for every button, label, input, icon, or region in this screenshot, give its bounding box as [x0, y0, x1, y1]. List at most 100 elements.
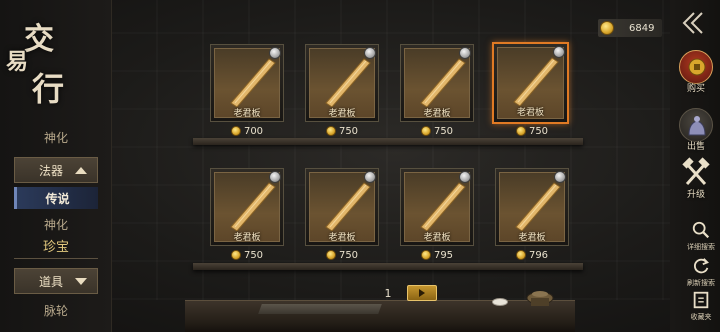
buy-button[interactable]: 购买: [676, 50, 716, 94]
refresh-search-button[interactable]: 刷新搜索: [684, 256, 718, 288]
money-bag-icon: [688, 116, 706, 136]
subcategory-shenhua[interactable]: 神化: [6, 216, 106, 233]
category-faqi-label: 法器: [39, 163, 64, 178]
item-card-bg: 老君板: [499, 172, 565, 243]
item-card-bg: 老君板: [497, 47, 564, 119]
currency-amount: 6849: [629, 22, 655, 34]
item-price: 750: [495, 124, 569, 138]
collapse-arrow-icon: [75, 166, 87, 174]
subcategory-chuanshuo[interactable]: 传说: [14, 187, 98, 209]
item-price: 795: [400, 248, 474, 262]
ruler-board-icon: [230, 182, 276, 231]
ruler-board-icon: [325, 58, 371, 107]
sell-icon-frame: [679, 108, 713, 142]
item-card[interactable]: 老君板: [210, 44, 284, 122]
bound-orb-icon: [364, 171, 376, 183]
shelf-row-2: [193, 263, 583, 270]
bookmark-icon: [693, 291, 709, 309]
item-card-bg: 老君板: [404, 172, 470, 243]
item-card-bg: 老君板: [214, 48, 280, 119]
gold-coin-icon: [230, 250, 241, 260]
gold-coin-icon: [420, 250, 431, 260]
ruler-board-icon: [230, 58, 276, 107]
gold-coin-icon: [420, 126, 431, 136]
item-price-value: 750: [528, 125, 549, 137]
expand-arrow-icon: [75, 277, 87, 285]
item-name: 老君板: [328, 233, 356, 243]
incense-burner-icon: [526, 291, 554, 306]
bound-orb-icon: [269, 47, 281, 59]
item-card[interactable]: 老君板: [495, 168, 569, 246]
crossed-hammers-icon: [682, 157, 710, 186]
ruler-board-icon: [325, 182, 371, 231]
category-daoju-button[interactable]: 道具: [14, 268, 98, 294]
nav-item-shenhua-top[interactable]: 神化: [6, 129, 106, 146]
category-sidebar: 交 易 行 神化 法器 传说 神化 珍宝 道具 脉轮: [0, 0, 112, 332]
bound-orb-icon: [364, 47, 376, 59]
ruler-board-icon: [420, 58, 466, 107]
subcategory-chuanshuo-label: 传说: [45, 191, 70, 206]
item-name: 老君板: [516, 108, 544, 118]
detail-search-button[interactable]: 详细搜索: [684, 220, 718, 252]
ruler-board-icon: [515, 182, 561, 231]
item-card[interactable]: 老君板: [400, 168, 474, 246]
item-card[interactable]: 老君板: [305, 168, 379, 246]
gold-coin-icon: [600, 21, 614, 35]
item-card-bg: 老君板: [214, 172, 280, 243]
item-price-value: 795: [433, 249, 454, 261]
buy-label: 购买: [686, 84, 705, 94]
coin-pouch-icon: [688, 58, 706, 76]
item-name: 老君板: [328, 109, 356, 119]
item-price: 796: [495, 248, 569, 262]
item-card[interactable]: 老君板: [210, 168, 284, 246]
title-char-yi: 易: [6, 49, 29, 75]
upgrade-button[interactable]: 升级: [676, 156, 716, 200]
item-price-value: 796: [528, 249, 549, 261]
category-daoju-label: 道具: [39, 274, 64, 289]
refresh-search-label: 刷新搜索: [687, 279, 715, 287]
item-price: 700: [210, 124, 284, 138]
item-card[interactable]: 老君板: [305, 44, 379, 122]
item-price-value: 750: [338, 249, 359, 261]
item-card-selected[interactable]: 老君板: [492, 42, 569, 124]
favorites-button[interactable]: 收藏夹: [684, 290, 718, 322]
item-name: 老君板: [423, 109, 451, 119]
shelf-row-1: [193, 138, 583, 145]
bound-orb-icon: [459, 171, 471, 183]
bound-orb-icon: [553, 46, 565, 58]
ruler-board-icon: [513, 57, 559, 106]
sell-label: 出售: [686, 142, 705, 152]
category-mailun[interactable]: 脉轮: [6, 302, 106, 319]
item-card[interactable]: 老君板: [400, 44, 474, 122]
ruler-board-icon: [420, 182, 466, 231]
play-arrow-icon: [419, 289, 425, 297]
item-price: 750: [400, 124, 474, 138]
item-card-bg: 老君板: [309, 48, 375, 119]
item-price: 750: [210, 248, 284, 262]
magnifier-icon: [692, 221, 710, 239]
title-char-jiao: 交: [24, 22, 54, 57]
category-faqi-button[interactable]: 法器: [14, 157, 98, 183]
category-zhenbao[interactable]: 珍宝: [14, 236, 98, 259]
item-card-bg: 老君板: [404, 48, 470, 119]
back-button[interactable]: [680, 10, 706, 36]
bound-orb-icon: [269, 171, 281, 183]
bound-orb-icon: [459, 47, 471, 59]
background-lattice: [110, 0, 670, 300]
sell-button[interactable]: 出售: [676, 108, 716, 152]
item-price-value: 700: [243, 125, 264, 137]
item-price-value: 750: [338, 125, 359, 137]
bound-orb-icon: [554, 171, 566, 183]
gold-coin-icon: [325, 250, 336, 260]
item-name: 老君板: [423, 233, 451, 243]
desk-paper: [258, 304, 382, 314]
buy-icon-frame: [679, 50, 713, 84]
next-page-button[interactable]: [407, 285, 437, 301]
page-number: 1: [384, 287, 392, 300]
item-price-value: 750: [243, 249, 264, 261]
item-name: 老君板: [518, 233, 546, 243]
item-price: 750: [305, 248, 379, 262]
refresh-icon: [693, 258, 709, 274]
upgrade-label: 升级: [686, 190, 705, 200]
item-name: 老君板: [233, 233, 261, 243]
